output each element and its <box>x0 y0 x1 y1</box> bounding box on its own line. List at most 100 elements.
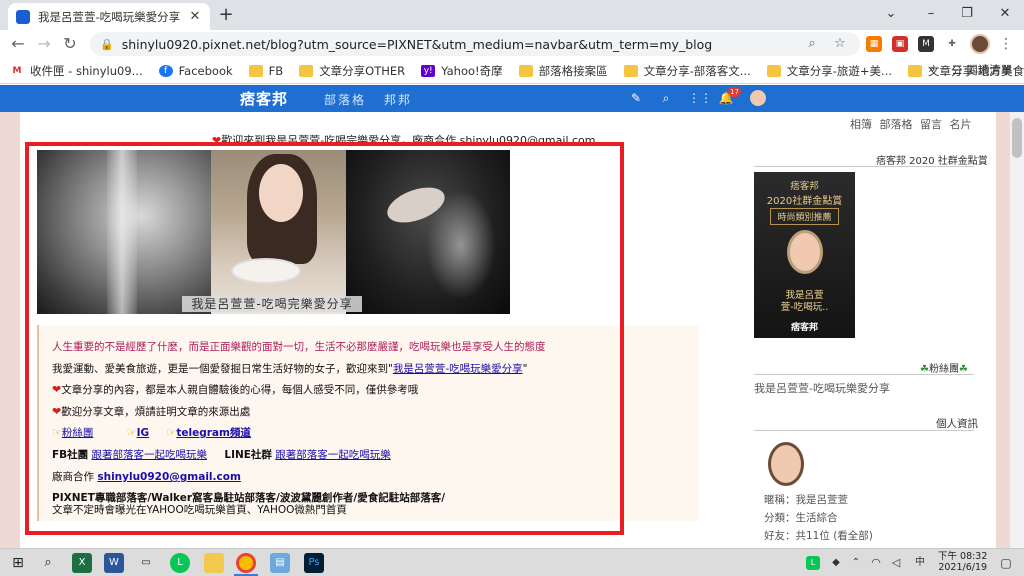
app-icon[interactable]: ▤ <box>270 553 290 573</box>
file-explorer-icon[interactable] <box>204 553 224 573</box>
fans-blog-name[interactable]: 我是呂萱萱-吃喝玩樂愛分享 <box>754 380 890 396</box>
reload-button[interactable]: ↻ <box>60 34 80 54</box>
back-button[interactable]: ← <box>8 34 28 54</box>
bookmark-folder[interactable]: FB <box>248 64 283 78</box>
line-tray-icon[interactable]: L <box>806 556 820 570</box>
folder-icon <box>248 64 263 77</box>
blog-sidebar: 痞客邦 2020 社群金點賞 痞客邦 2020社群金點賞 時尚類別推薦 我是呂萱… <box>754 112 988 548</box>
reading-list-button[interactable]: ☰ 閱讀清單 <box>952 62 1012 78</box>
line-app-icon[interactable]: L <box>170 553 190 573</box>
notification-center-icon[interactable]: ▢ <box>996 553 1016 573</box>
bookmark-item[interactable]: M 收件匣 - shinylu09... <box>10 63 143 79</box>
task-view-icon[interactable]: ▭ <box>136 553 156 573</box>
forward-button[interactable]: → <box>34 34 54 54</box>
blog-home-link[interactable]: 我是呂萱萱-吃喝玩樂愛分享 <box>393 363 523 375</box>
banner-caption: 我是呂萱萱-吃喝完樂愛分享 <box>182 296 362 312</box>
bookmarks-more-button[interactable]: » <box>928 62 935 76</box>
exposure-line: 文章不定時會曝光在YAHOO吃喝玩樂首頁、YAHOO微熱門首頁 <box>52 504 347 516</box>
profile-category: 分類：生活綜合 <box>764 512 838 524</box>
line-community-link[interactable]: 跟著部落客一起吃喝玩樂 <box>275 449 391 461</box>
url-text[interactable]: shinylu0920.pixnet.net/blog?utm_source=P… <box>122 37 713 52</box>
bookmarks-bar: M 收件匣 - shinylu09... f Facebook FB 文章分享OTH… <box>0 58 1024 84</box>
wifi-icon[interactable]: ◠ <box>866 553 886 573</box>
minimize-button[interactable]: – <box>914 0 948 30</box>
new-tab-button[interactable]: + <box>216 5 236 25</box>
nav-bangbang-link[interactable]: 邦邦 <box>384 91 412 108</box>
extension-m-icon[interactable]: M <box>918 36 934 52</box>
profile-section-title: 個人資訊 <box>936 418 978 430</box>
intro-motto: 人生重要的不是經歷了什麼，而是正面樂觀的面對一切，生活不必那麼嚴謹，吃喝玩樂也是… <box>52 341 546 353</box>
tray-chevron-icon[interactable]: ⌃ <box>846 553 866 573</box>
folder-icon <box>766 64 781 77</box>
bookmark-item[interactable]: f Facebook <box>158 64 233 78</box>
scrollbar-thumb[interactable] <box>1012 118 1022 158</box>
heart-icon: ❤ <box>212 134 222 147</box>
tray-icon[interactable]: ◆ <box>826 553 846 573</box>
volume-icon[interactable]: ◁ <box>886 553 906 573</box>
page-scrollbar[interactable] <box>1010 112 1024 548</box>
lock-icon[interactable]: 🔒 <box>100 38 114 51</box>
close-tab-icon[interactable]: ✕ <box>188 9 202 24</box>
welcome-banner: ❤歡迎來到我是呂萱萱-吃喝完樂愛分享，廠商合作 shinylu0920@gmai… <box>212 134 596 147</box>
search-icon[interactable]: ⌕ <box>38 553 58 573</box>
pixnet-favicon-icon <box>16 9 30 24</box>
telegram-link[interactable]: telegram頻道 <box>176 427 251 439</box>
banner-photo-aerial-silk <box>37 150 211 314</box>
sidebar-divider <box>754 166 974 167</box>
chrome-icon[interactable] <box>236 553 256 573</box>
browser-tab[interactable]: 我是呂萱萱-吃喝玩樂愛分享 :: 痞 ✕ <box>8 3 210 30</box>
award-badge-image[interactable]: 痞客邦 2020社群金點賞 時尚類別推薦 我是呂萱 萱-吃喝玩.. 痞客邦 <box>754 172 855 338</box>
bookmark-folder[interactable]: 文章分享-旅遊+美... <box>766 63 892 79</box>
search-icon[interactable]: ⌕ <box>658 90 674 106</box>
restore-button[interactable]: ❐ <box>950 0 984 30</box>
user-avatar-icon[interactable] <box>750 90 766 106</box>
zoom-search-icon[interactable]: ⌕ <box>804 36 820 52</box>
banner-photo-portrait <box>211 150 346 314</box>
pointing-hand-icon: ☞ <box>166 426 177 439</box>
instagram-link[interactable]: IG <box>137 427 150 439</box>
fans-section-title: ☘粉絲團☘ <box>920 364 968 375</box>
omnibox[interactable]: 🔒 shinylu0920.pixnet.net/blog?utm_source… <box>90 32 860 56</box>
award-avatar <box>787 230 823 274</box>
award-section-title: 痞客邦 2020 社群金點賞 <box>876 156 988 167</box>
sidebar-divider <box>754 430 974 431</box>
heart-icon: ❤ <box>52 405 62 418</box>
gmail-icon: M <box>10 64 24 77</box>
fanpage-link[interactable]: 粉絲團 <box>62 427 94 439</box>
sidebar-divider <box>754 374 974 375</box>
extension-icon[interactable]: ▣ <box>892 36 908 52</box>
ime-icon[interactable]: 中 <box>910 553 930 573</box>
menu-icon[interactable]: ⋮ <box>998 36 1014 52</box>
close-window-button[interactable]: ✕ <box>988 0 1022 30</box>
banner-photo-pole-dance <box>346 150 510 314</box>
bookmark-folder[interactable]: 部落格接案區 <box>518 63 608 79</box>
system-clock[interactable]: 下午 08:32 2021/6/19 <box>938 551 987 573</box>
bookmark-item[interactable]: y! Yahoo!奇摩 <box>421 63 503 79</box>
profile-friends[interactable]: 好友：共11位 (看全部) <box>764 528 873 543</box>
bookmark-star-icon[interactable]: ☆ <box>832 36 848 52</box>
word-icon[interactable]: W <box>104 553 124 573</box>
windows-start-icon[interactable]: ⊞ <box>8 553 28 573</box>
community-links-row: FB社團 跟著部落客一起吃喝玩樂 LINE社群 跟著部落客一起吃喝玩樂 <box>52 449 391 461</box>
contact-email-link[interactable]: shinylu0920@gmail.com <box>97 471 241 483</box>
profile-avatar[interactable] <box>768 442 804 486</box>
nav-blog-link[interactable]: 部落格 <box>324 91 366 108</box>
bookmark-folder[interactable]: 文章分享-部落客文... <box>623 63 751 79</box>
post-article-icon[interactable]: ✎ <box>628 90 644 106</box>
tab-title: 我是呂萱萱-吃喝玩樂愛分享 :: 痞 <box>38 9 184 24</box>
extensions-puzzle-icon[interactable]: ✚ <box>944 36 960 52</box>
excel-icon[interactable]: X <box>72 553 92 573</box>
tab-search-icon[interactable]: ⌄ <box>874 0 908 30</box>
folder-icon <box>299 64 314 77</box>
profile-avatar-icon[interactable] <box>970 34 990 54</box>
extension-icon[interactable]: ▦ <box>866 36 882 52</box>
bookmark-folder[interactable]: 文章分享OTHER <box>299 63 405 79</box>
intro-share-note: ❤歡迎分享文章，煩請註明文章的來源出處 <box>52 405 251 418</box>
pixnet-logo[interactable]: 痞客邦 <box>240 88 288 109</box>
notification-badge: 17 <box>728 87 741 97</box>
photoshop-icon[interactable]: Ps <box>304 553 324 573</box>
apps-grid-icon[interactable]: ⋮⋮ <box>688 90 712 106</box>
blog-header-banner: 我是呂萱萱-吃喝完樂愛分享 <box>37 150 510 314</box>
folder-icon <box>623 64 638 77</box>
fb-group-link[interactable]: 跟著部落客一起吃喝玩樂 <box>92 449 208 461</box>
